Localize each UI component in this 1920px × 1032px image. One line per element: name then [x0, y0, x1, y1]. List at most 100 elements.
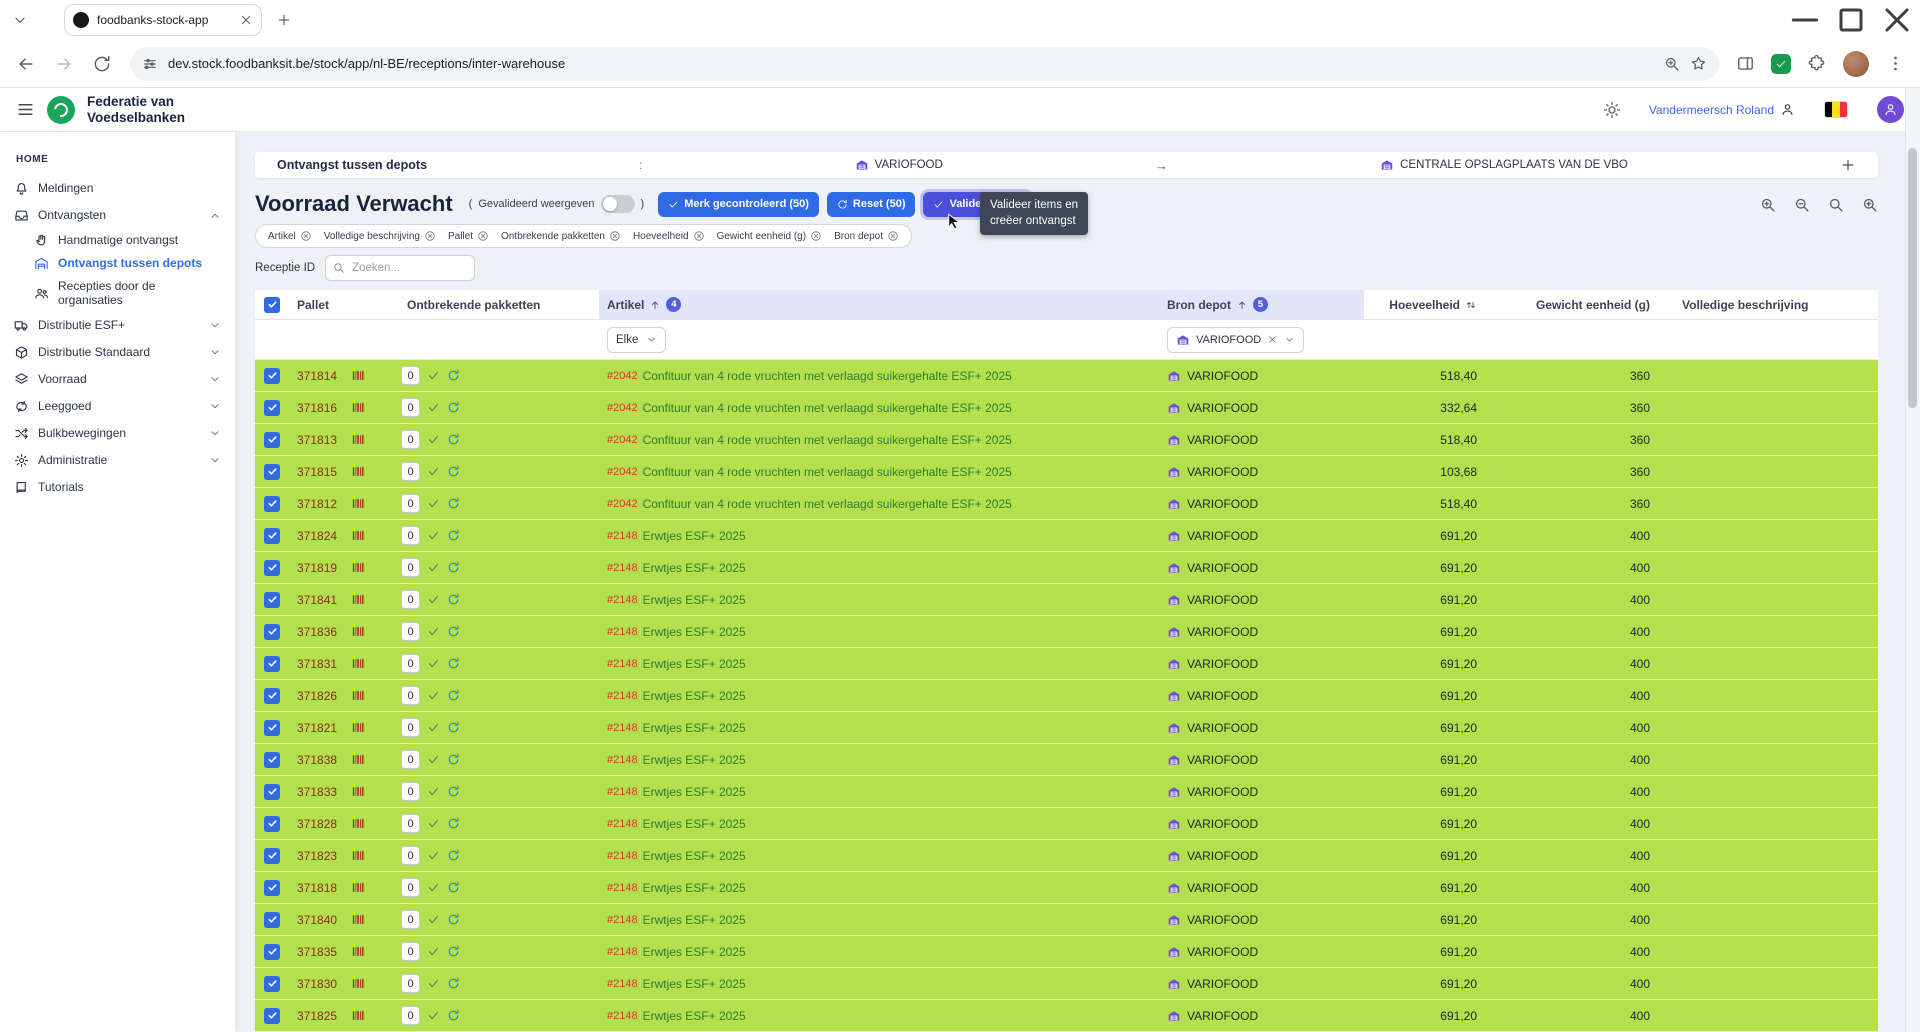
reset-row-icon[interactable] [447, 433, 460, 446]
reset-row-icon[interactable] [447, 401, 460, 414]
article-filter-select[interactable]: Elke [607, 327, 666, 353]
browser-menu-icon[interactable] [1886, 54, 1905, 73]
profile-avatar[interactable] [1843, 51, 1869, 77]
sidebar-item-handmatige-ontvangst[interactable]: Handmatige ontvangst [0, 229, 235, 252]
row-checkbox[interactable] [264, 848, 280, 864]
sidebar-item-voorraad[interactable]: Voorraad [0, 366, 235, 393]
reset-button[interactable]: Reset (50) [827, 192, 916, 217]
forward-button[interactable] [54, 54, 74, 74]
row-checkbox[interactable] [264, 784, 280, 800]
reset-row-icon[interactable] [447, 881, 460, 894]
confirm-icon[interactable] [427, 433, 440, 446]
scrollbar-thumb[interactable] [1908, 148, 1917, 408]
extensions-icon[interactable] [1807, 54, 1826, 73]
confirm-icon[interactable] [427, 1009, 440, 1022]
new-tab-button[interactable] [276, 12, 292, 28]
address-bar[interactable]: dev.stock.foodbanksit.be/stock/app/nl-BE… [130, 47, 1719, 81]
zoom-indicator-icon[interactable] [1663, 55, 1680, 72]
column-header-source[interactable]: Bron depot 5 [1159, 290, 1364, 319]
confirm-icon[interactable] [427, 689, 440, 702]
row-checkbox[interactable] [264, 976, 280, 992]
filter-chip-volledige-beschrijving[interactable]: Volledige beschrijving [320, 228, 440, 244]
reset-row-icon[interactable] [447, 753, 460, 766]
remove-filter-icon[interactable] [300, 230, 312, 242]
reset-row-icon[interactable] [447, 721, 460, 734]
sidebar-item-administratie[interactable]: Administratie [0, 447, 235, 474]
maximize-button[interactable] [1828, 0, 1874, 40]
sidebar-item-ontvangsten[interactable]: Ontvangsten [0, 202, 235, 229]
confirm-icon[interactable] [427, 721, 440, 734]
mark-checked-button[interactable]: Merk gecontroleerd (50) [658, 192, 819, 217]
remove-filter-icon[interactable] [609, 230, 621, 242]
confirm-icon[interactable] [427, 465, 440, 478]
reset-row-icon[interactable] [447, 817, 460, 830]
confirm-icon[interactable] [427, 625, 440, 638]
row-checkbox[interactable] [264, 912, 280, 928]
filter-chip-gewicht-eenheid-g[interactable]: Gewicht eenheid (g) [713, 228, 827, 244]
row-checkbox[interactable] [264, 400, 280, 416]
row-checkbox[interactable] [264, 496, 280, 512]
row-checkbox[interactable] [264, 1008, 280, 1024]
reset-row-icon[interactable] [447, 689, 460, 702]
row-checkbox[interactable] [264, 688, 280, 704]
confirm-icon[interactable] [427, 401, 440, 414]
column-header-article[interactable]: Artikel 4 [599, 290, 1159, 319]
confirm-icon[interactable] [427, 529, 440, 542]
column-header-pallet[interactable]: Pallet [289, 290, 399, 319]
column-header-description[interactable]: Volledige beschrijving [1664, 290, 1878, 319]
reset-row-icon[interactable] [447, 977, 460, 990]
reset-row-icon[interactable] [447, 593, 460, 606]
hamburger-menu-icon[interactable] [16, 100, 35, 119]
remove-filter-icon[interactable] [477, 230, 489, 242]
reset-row-icon[interactable] [447, 369, 460, 382]
user-menu[interactable]: Vandermeersch Roland [1649, 102, 1795, 117]
reset-row-icon[interactable] [447, 497, 460, 510]
source-depot-filter[interactable]: VARIOFOOD [1167, 327, 1304, 353]
minimize-button[interactable] [1782, 0, 1828, 40]
tab-close-icon[interactable] [239, 13, 253, 27]
row-checkbox[interactable] [264, 656, 280, 672]
theme-toggle-icon[interactable] [1603, 101, 1621, 119]
confirm-icon[interactable] [427, 817, 440, 830]
filter-chip-hoeveelheid[interactable]: Hoeveelheid [629, 228, 709, 244]
row-checkbox[interactable] [264, 944, 280, 960]
row-checkbox[interactable] [264, 720, 280, 736]
clear-filter-icon[interactable] [1267, 334, 1278, 345]
reset-row-icon[interactable] [447, 529, 460, 542]
sidebar-item-meldingen[interactable]: Meldingen [0, 175, 235, 202]
reload-button[interactable] [92, 54, 112, 74]
show-validated-toggle[interactable] [601, 195, 635, 213]
browser-tab[interactable]: foodbanks-stock-app [64, 4, 262, 36]
row-checkbox[interactable] [264, 592, 280, 608]
search-icon[interactable] [1827, 196, 1844, 213]
row-checkbox[interactable] [264, 752, 280, 768]
reset-row-icon[interactable] [447, 913, 460, 926]
sidebar-item-bulkbewegingen[interactable]: Bulkbewegingen [0, 420, 235, 447]
bookmark-icon[interactable] [1690, 55, 1707, 72]
remove-filter-icon[interactable] [810, 230, 822, 242]
filter-chip-ontbrekende-pakketten[interactable]: Ontbrekende pakketten [497, 228, 625, 244]
row-checkbox[interactable] [264, 464, 280, 480]
reset-row-icon[interactable] [447, 657, 460, 670]
zoom-in-icon[interactable] [1759, 196, 1776, 213]
filter-chip-artikel[interactable]: Artikel [264, 228, 316, 244]
confirm-icon[interactable] [427, 561, 440, 574]
extension-check-icon[interactable] [1771, 54, 1791, 74]
reset-row-icon[interactable] [447, 1009, 460, 1022]
remove-filter-icon[interactable] [887, 230, 899, 242]
reset-row-icon[interactable] [447, 465, 460, 478]
site-info-icon[interactable] [142, 56, 158, 72]
sidebar-item-leeggoed[interactable]: Leeggoed [0, 393, 235, 420]
close-window-button[interactable] [1874, 0, 1920, 40]
confirm-icon[interactable] [427, 497, 440, 510]
confirm-icon[interactable] [427, 881, 440, 894]
confirm-icon[interactable] [427, 593, 440, 606]
sidebar-item-ontvangst-tussen-depots[interactable]: Ontvangst tussen depots [0, 252, 235, 275]
confirm-icon[interactable] [427, 369, 440, 382]
confirm-icon[interactable] [427, 977, 440, 990]
column-header-quantity[interactable]: Hoeveelheid [1364, 290, 1499, 319]
side-panel-icon[interactable] [1736, 54, 1755, 73]
filter-chip-pallet[interactable]: Pallet [444, 228, 493, 244]
reset-row-icon[interactable] [447, 945, 460, 958]
reset-row-icon[interactable] [447, 849, 460, 862]
